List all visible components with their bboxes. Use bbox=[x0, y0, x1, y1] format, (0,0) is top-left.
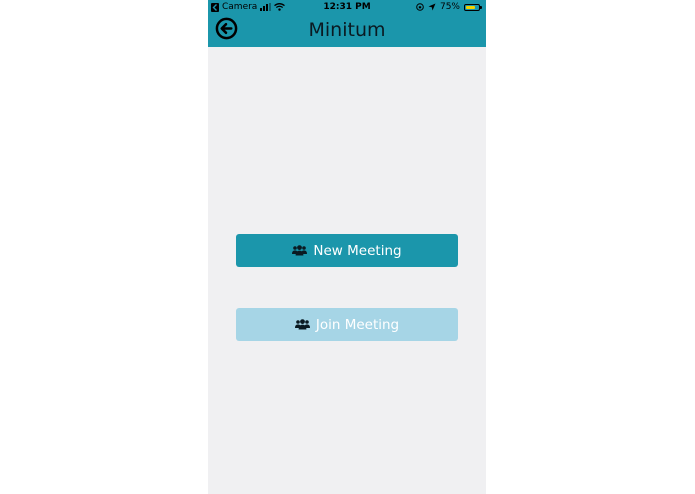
users-icon bbox=[292, 245, 308, 256]
status-bar: Camera 12:31 PM 75% bbox=[208, 0, 486, 15]
new-meeting-label: New Meeting bbox=[313, 242, 402, 259]
status-bar-right: 75% bbox=[416, 2, 482, 12]
app-header: Camera 12:31 PM 75% Minitum bbox=[208, 0, 486, 47]
battery-percent: 75% bbox=[439, 2, 460, 12]
location-icon bbox=[428, 3, 436, 11]
page-title: Minitum bbox=[308, 19, 386, 41]
join-meeting-label: Join Meeting bbox=[315, 316, 400, 333]
users-icon bbox=[294, 319, 310, 330]
battery-icon bbox=[464, 3, 482, 11]
join-meeting-button[interactable]: Join Meeting bbox=[236, 308, 458, 341]
phone-screen: Camera 12:31 PM 75% Minitum New Meeting … bbox=[208, 0, 486, 494]
new-meeting-button[interactable]: New Meeting bbox=[236, 234, 458, 267]
battery-level bbox=[466, 5, 475, 9]
orientation-lock-icon bbox=[416, 3, 424, 11]
